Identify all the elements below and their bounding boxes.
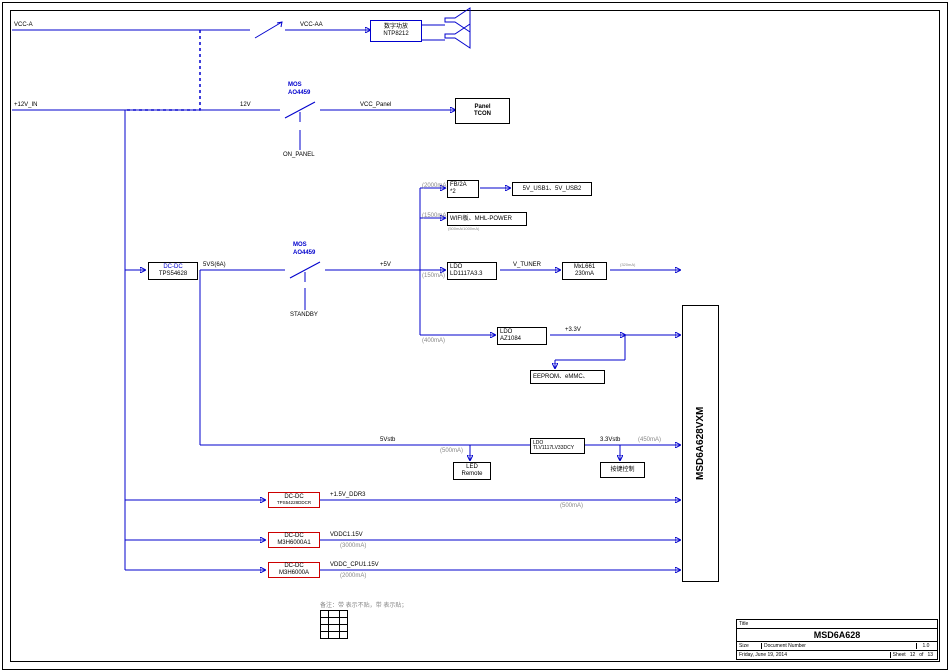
net-3v3stb: 3.3Vstb	[600, 437, 620, 443]
net-5vs: 5VS(6A)	[203, 262, 226, 268]
net-ddr: +1.5V_DDR3	[330, 492, 366, 498]
panel-l1: Panel	[456, 104, 509, 111]
dcdc4-l2: M3H6000A	[269, 570, 319, 577]
block-dcdc2: DC-DC TPS54228DDCR	[268, 492, 320, 508]
dcdc1-l2: TPS54628	[149, 271, 197, 278]
key-l: 按键控制	[601, 467, 644, 474]
block-mxl: MxL661 230mA	[562, 262, 607, 280]
tb-sheet-b: 13	[925, 652, 935, 658]
block-ldo3: LDO TLV1117LV33DCY	[530, 438, 585, 454]
block-key: 按键控制	[600, 462, 645, 478]
net-vddc1: VDDC1.15V	[330, 532, 363, 538]
mos2-l2: AO4459	[293, 250, 315, 256]
mxl-l1: MxL661	[563, 264, 606, 271]
tb-title-lbl: Title	[739, 621, 761, 627]
tb-sheet-a: 12	[908, 652, 918, 658]
dcdc2-l2: TPS54228DDCR	[269, 501, 319, 506]
ldo2-l2: AZ1084	[500, 336, 546, 343]
block-amp: 数字功放 NTP8212	[370, 20, 422, 42]
block-wifi: WIFI板、MHL-POWER	[447, 212, 527, 226]
footnote: 备注：带 表示不贴，带 表示贴；	[320, 600, 407, 609]
ldo2-l1: LDO	[500, 329, 546, 336]
net-5v: +5V	[380, 262, 391, 268]
dcdc3-l2: M3H6000A1	[269, 540, 319, 547]
eeprom-l: EEPROM、eMMC、	[533, 374, 604, 381]
amp-l1: 数字功放	[371, 24, 421, 31]
cur-stb: (500mA)	[440, 448, 463, 454]
cur-mxl: (320mA)	[620, 262, 635, 267]
mxl-l2: 230mA	[563, 271, 606, 278]
ldo1-l1: LDO	[450, 264, 496, 271]
net-12v: 12V	[240, 102, 251, 108]
mos1-l2: AO4459	[288, 90, 310, 96]
net-vtuner: V_TUNER	[513, 262, 541, 268]
block-ldo2: LDO AZ1084	[497, 327, 547, 345]
block-dcdc3: DC-DC M3H6000A1	[268, 532, 320, 548]
cur-wifi: (1500mA)	[422, 213, 448, 219]
dcdc3-l1: DC-DC	[269, 533, 319, 540]
cur-ddr: (500mA)	[560, 503, 583, 509]
net-vcc-panel: VCC_Panel	[360, 102, 391, 108]
fb-l2: *2	[450, 189, 478, 196]
cur-vddc1: (3000mA)	[340, 543, 366, 549]
net-3v3: +3.3V	[565, 327, 581, 333]
net-vcc-aa: VCC-AA	[300, 22, 323, 28]
cur-3v3stb: (450mA)	[638, 437, 661, 443]
net-on-panel: ON_PANEL	[283, 152, 315, 158]
block-ldo1: LDO LD1117A3.3	[447, 262, 497, 280]
label-vcc-a: VCC-A	[14, 22, 33, 28]
tb-docnum-lbl: Document Number	[762, 643, 916, 649]
mos2-l1: MOS	[293, 242, 307, 248]
block-main-chip: MSD6A628VXM	[682, 305, 719, 582]
block-eeprom: EEPROM、eMMC、	[530, 370, 605, 384]
led-l1: LED	[454, 464, 490, 471]
footnote-table	[320, 610, 348, 639]
dcdc4-l1: DC-DC	[269, 563, 319, 570]
block-fb: FB/2A *2	[447, 180, 479, 198]
block-panel: Panel TCON	[455, 98, 510, 124]
tb-of: of	[917, 652, 925, 658]
wifi-l: WIFI板、MHL-POWER	[450, 216, 526, 223]
block-dcdc1: DC-DC TPS54628	[148, 262, 198, 280]
usb-l: 5V_USB1、5V_USB2	[513, 186, 591, 193]
ldo1-l2: LD1117A3.3	[450, 271, 496, 278]
cur-usb: (2000mA)	[422, 183, 448, 189]
tb-rev: 1.0	[916, 643, 935, 649]
net-standby: STANDBY	[290, 312, 318, 318]
amp-l2: NTP8212	[371, 31, 421, 38]
net-5vstb: 5Vstb	[380, 437, 395, 443]
panel-l2: TCON	[456, 111, 509, 118]
mos1-l1: MOS	[288, 82, 302, 88]
tb-date: Friday, June 19, 2014	[739, 652, 890, 658]
cur-tuner: (150mA)	[422, 273, 445, 279]
net-vddc-cpu: VDDC_CPU1.15V	[330, 562, 379, 568]
cur-3v3: (400mA)	[422, 338, 445, 344]
block-usb: 5V_USB1、5V_USB2	[512, 182, 592, 196]
ldo3-l2: TLV1117LV33DCY	[533, 446, 584, 452]
title-block: Title MSD6A628 Size Document Number 1.0 …	[736, 619, 938, 660]
cur-vddccpu: (2000mA)	[340, 573, 366, 579]
label-12v-in: +12V_IN	[14, 102, 38, 108]
chip-name: MSD6A628VXM	[695, 407, 706, 480]
tb-size-lbl: Size	[739, 643, 762, 649]
block-dcdc4: DC-DC M3H6000A	[268, 562, 320, 578]
dcdc1-l1: DC-DC	[149, 264, 197, 271]
cur-wifi-detail: (500mA/1000mA)	[448, 226, 479, 231]
tb-name: MSD6A628	[814, 630, 861, 640]
led-l2: Remote	[454, 471, 490, 478]
tb-sheet-lbl: Sheet	[890, 652, 908, 658]
fb-l1: FB/2A	[450, 182, 478, 189]
block-led: LED Remote	[453, 462, 491, 480]
